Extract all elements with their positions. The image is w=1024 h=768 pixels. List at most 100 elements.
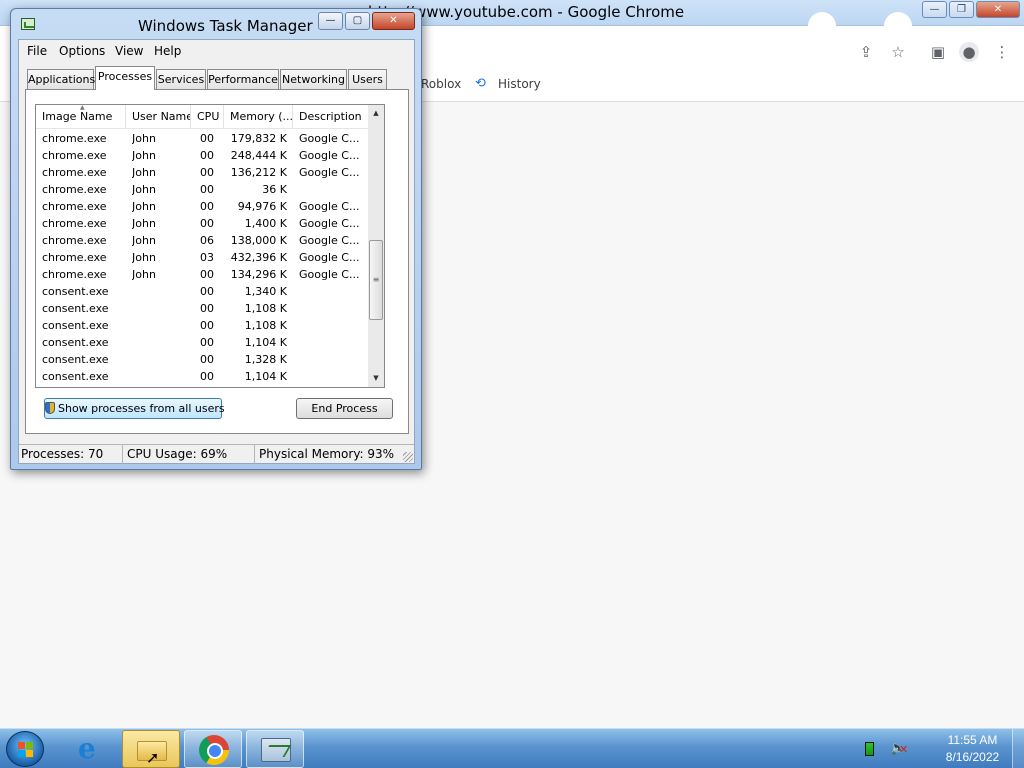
show-desktop-button[interactable] bbox=[1012, 729, 1024, 768]
process-name: chrome.exe bbox=[42, 234, 107, 247]
process-cpu: 00 bbox=[200, 285, 214, 298]
bookmark-star-icon[interactable]: ☆ bbox=[888, 42, 908, 62]
status-bar: Processes: 70 CPU Usage: 69% Physical Me… bbox=[19, 444, 414, 464]
taskbar-internet-explorer[interactable]: e bbox=[60, 730, 118, 768]
tab-processes[interactable]: Processes bbox=[95, 66, 155, 90]
table-row[interactable]: chrome.exe John 00 1,400 K Google C... bbox=[36, 215, 383, 232]
side-panel-icon[interactable]: ▣ bbox=[928, 42, 948, 62]
table-row[interactable]: chrome.exe John 00 36 K bbox=[36, 181, 383, 198]
process-list-header: ▲ Image Name User Name CPU Memory (... D… bbox=[36, 105, 383, 129]
process-name: consent.exe bbox=[42, 302, 109, 315]
tm-maximize-button[interactable]: ▢ bbox=[345, 12, 370, 30]
process-cpu: 00 bbox=[200, 319, 214, 332]
process-name: chrome.exe bbox=[42, 251, 107, 264]
chrome-minimize-button[interactable]: — bbox=[922, 1, 947, 18]
chrome-menu-icon[interactable]: ⋮ bbox=[992, 42, 1012, 62]
column-image-name[interactable]: Image Name bbox=[36, 105, 126, 129]
table-row[interactable]: consent.exe 00 1,340 K bbox=[36, 283, 383, 300]
process-user: John bbox=[132, 166, 156, 179]
process-memory: 1,108 K bbox=[244, 319, 287, 332]
table-row[interactable]: chrome.exe John 00 136,212 K Google C... bbox=[36, 164, 383, 181]
end-process-button[interactable]: End Process bbox=[296, 398, 393, 419]
share-icon[interactable]: ⇪ bbox=[856, 42, 876, 62]
process-user: John bbox=[132, 200, 156, 213]
process-memory: 36 K bbox=[262, 183, 287, 196]
process-cpu: 00 bbox=[200, 370, 214, 383]
process-cpu: 06 bbox=[200, 234, 214, 247]
tab-users[interactable]: Users bbox=[348, 69, 387, 89]
tab-applications[interactable]: Applications bbox=[27, 69, 95, 89]
column-memory[interactable]: Memory (... bbox=[224, 105, 293, 129]
menu-view[interactable]: View bbox=[115, 44, 143, 58]
column-user-name[interactable]: User Name bbox=[126, 105, 191, 129]
show-all-processes-label: Show processes from all users bbox=[58, 402, 225, 415]
process-description: Google C... bbox=[299, 251, 360, 264]
process-list-scrollbar[interactable]: ▲ ≡ ▼ bbox=[368, 104, 385, 388]
column-cpu[interactable]: CPU bbox=[191, 105, 224, 129]
battery-icon[interactable] bbox=[865, 742, 874, 756]
start-button[interactable] bbox=[6, 731, 44, 767]
process-user: John bbox=[132, 149, 156, 162]
column-description[interactable]: Description bbox=[293, 105, 369, 129]
process-cpu: 00 bbox=[200, 183, 214, 196]
table-row[interactable]: chrome.exe John 06 138,000 K Google C... bbox=[36, 232, 383, 249]
clock-time[interactable]: 11:55 AM bbox=[935, 733, 1010, 747]
tab-networking[interactable]: Networking bbox=[280, 69, 347, 89]
mouse-cursor-icon: ➚ bbox=[146, 748, 160, 767]
history-icon[interactable]: ⟲ bbox=[475, 76, 486, 91]
process-description: Google C... bbox=[299, 149, 360, 162]
process-cpu: 03 bbox=[200, 251, 214, 264]
menu-options[interactable]: Options bbox=[59, 44, 105, 58]
table-row[interactable]: chrome.exe John 00 248,444 K Google C... bbox=[36, 147, 383, 164]
process-name: chrome.exe bbox=[42, 200, 107, 213]
tab-performance[interactable]: Performance bbox=[207, 69, 279, 89]
process-user: John bbox=[132, 183, 156, 196]
tm-close-button[interactable]: ✕ bbox=[372, 12, 415, 30]
table-row[interactable]: consent.exe 00 1,108 K bbox=[36, 317, 383, 334]
chrome-restore-button[interactable]: ❐ bbox=[949, 1, 974, 18]
table-row[interactable]: consent.exe 00 1,108 K bbox=[36, 300, 383, 317]
process-memory: 94,976 K bbox=[237, 200, 287, 213]
process-description bbox=[299, 368, 365, 385]
process-user bbox=[132, 300, 192, 317]
bookmark-history[interactable]: History bbox=[498, 77, 541, 91]
table-row[interactable]: consent.exe 00 1,328 K bbox=[36, 351, 383, 368]
table-row[interactable]: chrome.exe John 00 134,296 K Google C... bbox=[36, 266, 383, 283]
tab-services[interactable]: Services bbox=[156, 69, 206, 89]
process-memory: 1,328 K bbox=[244, 353, 287, 366]
table-row[interactable]: chrome.exe John 03 432,396 K Google C... bbox=[36, 249, 383, 266]
process-name: chrome.exe bbox=[42, 132, 107, 145]
table-row[interactable]: consent.exe 00 1,104 K bbox=[36, 334, 383, 351]
resize-grip-icon[interactable] bbox=[403, 452, 413, 462]
table-row[interactable]: chrome.exe John 00 179,832 K Google C... bbox=[36, 130, 383, 147]
process-list[interactable]: ▲ Image Name User Name CPU Memory (... D… bbox=[35, 104, 384, 388]
process-memory: 248,444 K bbox=[230, 149, 287, 162]
process-memory: 136,212 K bbox=[230, 166, 287, 179]
tm-minimize-button[interactable]: — bbox=[318, 12, 343, 30]
taskbar-google-chrome[interactable] bbox=[184, 730, 242, 768]
show-all-processes-button[interactable]: Show processes from all users bbox=[44, 398, 225, 419]
google-chrome-icon bbox=[199, 735, 229, 765]
process-cpu: 00 bbox=[200, 302, 214, 315]
process-memory: 432,396 K bbox=[230, 251, 287, 264]
process-cpu: 00 bbox=[200, 132, 214, 145]
menu-help[interactable]: Help bbox=[154, 44, 181, 58]
chrome-close-button[interactable]: ✕ bbox=[976, 1, 1020, 18]
bookmark-roblox[interactable]: Roblox bbox=[421, 77, 461, 91]
table-row[interactable]: chrome.exe John 00 94,976 K Google C... bbox=[36, 198, 383, 215]
taskbar-task-manager[interactable] bbox=[246, 730, 304, 768]
menu-file[interactable]: File bbox=[27, 44, 47, 58]
scroll-down-arrow-icon[interactable]: ▼ bbox=[368, 370, 384, 387]
status-physical-memory: Physical Memory: 93% bbox=[259, 447, 395, 461]
table-row[interactable]: consent.exe 00 1,104 K bbox=[36, 368, 383, 385]
scroll-up-arrow-icon[interactable]: ▲ bbox=[368, 105, 384, 122]
profile-avatar-icon[interactable]: ● bbox=[959, 42, 979, 62]
process-user bbox=[132, 368, 192, 385]
scrollbar-thumb[interactable]: ≡ bbox=[369, 240, 383, 320]
menu-bar: File Options View Help bbox=[19, 40, 414, 62]
process-name: chrome.exe bbox=[42, 149, 107, 162]
process-name: consent.exe bbox=[42, 370, 109, 383]
task-manager-window[interactable]: Windows Task Manager — ▢ ✕ File Options … bbox=[10, 8, 422, 470]
process-description bbox=[299, 351, 365, 368]
clock-date[interactable]: 8/16/2022 bbox=[935, 750, 1010, 764]
